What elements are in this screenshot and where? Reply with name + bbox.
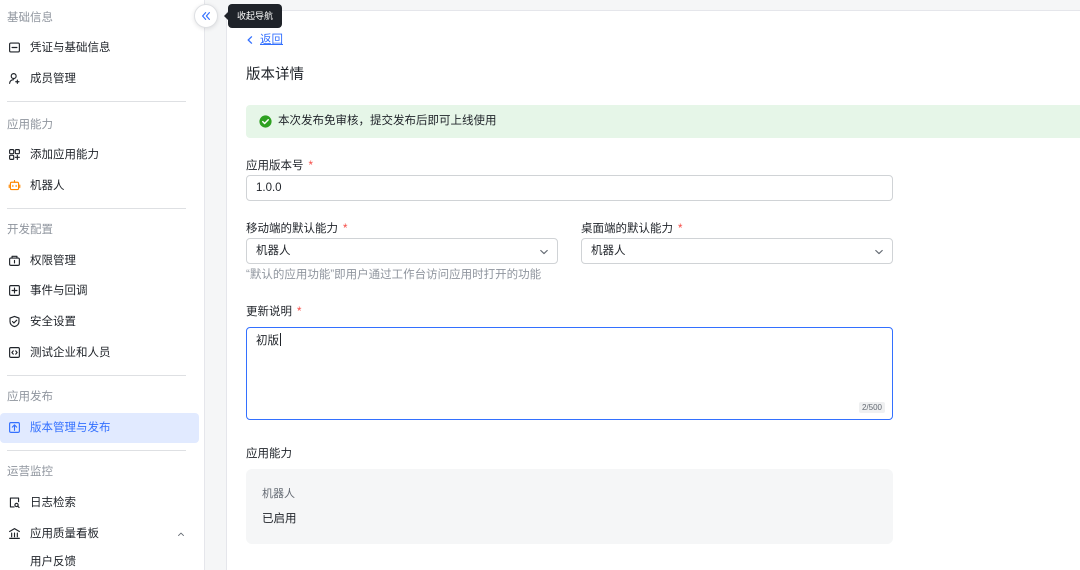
sidebar-item-label: 应用质量看板 [30,528,99,540]
back-link-label: 返回 [260,34,283,46]
character-counter: 2/500 [858,402,885,413]
sidebar-item-permissions[interactable]: 权限管理 [0,246,199,276]
version-label-text: 应用版本号 [246,160,304,172]
shield-check-icon [8,315,21,328]
sidebar-item-user-feedback[interactable]: 用户反馈 [0,554,199,570]
notes-value: 初版 [256,335,279,347]
sidebar-item-version-publish[interactable]: 版本管理与发布 [0,413,199,443]
sidebar-item-label: 测试企业和人员 [30,347,111,359]
default-capability-help: “默认的应用功能”即用户通过工作台访问应用时打开的功能 [246,269,542,281]
version-label: 应用版本号 * [246,158,313,174]
sidebar-section-title: 开发配置 [7,224,53,236]
required-mark: * [297,306,302,318]
sidebar-item-members[interactable]: 成员管理 [0,64,199,94]
sidebar-item-log-search[interactable]: 日志检索 [0,488,199,518]
permission-icon [8,254,21,267]
sidebar-item-label: 版本管理与发布 [30,422,111,434]
collapse-nav-tooltip: 收起导航 [224,4,282,28]
dashboard-columns-icon [8,527,21,540]
desktop-default-label: 桌面端的默认能力 * [581,221,682,237]
code-box-icon [8,346,21,359]
check-circle-icon [259,115,272,128]
event-plus-icon [8,284,21,297]
required-mark: * [678,223,683,235]
sidebar-item-credentials[interactable]: 凭证与基础信息 [0,33,199,63]
mobile-default-value: 机器人 [256,245,291,257]
capability-card: 机器人 已启用 [246,469,893,544]
sidebar-section-title: 应用能力 [7,119,53,131]
sidebar-item-robot[interactable]: 机器人 [0,171,199,201]
sidebar-item-security[interactable]: 安全设置 [0,307,199,337]
success-alert: 本次发布免审核，提交发布后即可上线使用 [246,105,1080,138]
sidebar-item-test-tenants[interactable]: 测试企业和人员 [0,338,199,368]
mobile-default-label-text: 移动端的默认能力 [246,223,338,235]
credential-icon [8,41,21,54]
sidebar-nav: 基础信息 凭证与基础信息 成员管理 应用能力 添加应用能力 机器人 开发配置 权… [0,0,205,570]
page-title: 版本详情 [246,67,304,83]
notes-label-text: 更新说明 [246,306,292,318]
capability-status: 已启用 [262,513,297,525]
sidebar-item-add-capability[interactable]: 添加应用能力 [0,140,199,170]
chevron-left-icon [246,36,254,44]
member-add-icon [8,72,21,85]
sidebar-item-label: 凭证与基础信息 [30,42,111,54]
add-capability-icon [8,148,21,161]
capabilities-section-title: 应用能力 [246,448,292,460]
required-mark: * [308,160,313,172]
sidebar-item-label: 添加应用能力 [30,149,99,161]
chevron-down-icon [875,248,883,256]
sidebar-item-label: 成员管理 [30,73,76,85]
sidebar-divider [7,101,186,102]
sidebar-item-label: 用户反馈 [30,556,76,568]
capability-name: 机器人 [262,488,295,500]
double-chevron-left-icon [200,10,212,22]
robot-icon [8,179,21,192]
sidebar-item-label: 事件与回调 [30,285,88,297]
sidebar-item-label: 安全设置 [30,316,76,328]
sidebar-divider [7,450,186,451]
sidebar-section-title: 基础信息 [7,12,53,24]
sidebar-item-label: 机器人 [30,180,65,192]
desktop-default-value: 机器人 [591,245,626,257]
collapse-nav-button[interactable] [194,4,218,28]
mobile-default-label: 移动端的默认能力 * [246,221,347,237]
sidebar-section-title: 运营监控 [7,466,53,478]
sidebar-item-quality-dashboard[interactable]: 应用质量看板 [0,519,199,549]
required-mark: * [343,223,348,235]
alert-text: 本次发布免审核，提交发布后即可上线使用 [278,115,497,127]
version-input[interactable]: 1.0.0 [246,175,893,201]
sidebar-item-events[interactable]: 事件与回调 [0,276,199,306]
chevron-down-icon [540,248,548,256]
sidebar-item-label: 日志检索 [30,497,76,509]
sidebar-section-title: 应用发布 [7,391,53,403]
notes-label: 更新说明 * [246,304,301,320]
desktop-default-select[interactable]: 机器人 [581,238,893,264]
sidebar-divider [7,208,186,209]
upload-box-icon [8,421,21,434]
text-caret [280,333,281,346]
notes-textarea[interactable]: 初版 2/500 [246,327,893,420]
sidebar-item-label: 权限管理 [30,255,76,267]
log-search-icon [8,496,21,509]
mobile-default-select[interactable]: 机器人 [246,238,558,264]
sidebar-divider [7,375,186,376]
desktop-default-label-text: 桌面端的默认能力 [581,223,673,235]
chevron-up-icon[interactable] [176,529,186,539]
